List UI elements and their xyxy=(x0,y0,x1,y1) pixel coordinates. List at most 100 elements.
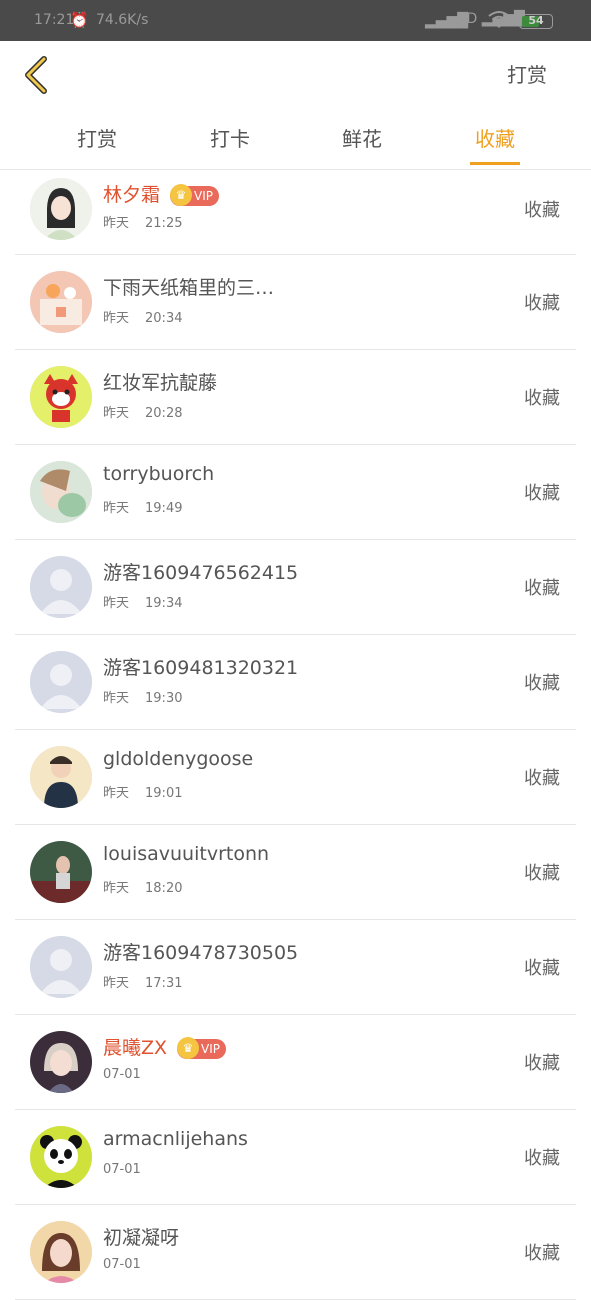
avatar[interactable] xyxy=(30,556,92,618)
user-name: 游客1609476562415 xyxy=(103,562,299,584)
avatar[interactable] xyxy=(30,651,92,713)
list-item[interactable]: 林夕霜 ♛ VIP 昨天 21:25 收藏 xyxy=(15,170,576,255)
avatar[interactable] xyxy=(30,366,92,428)
list-item[interactable]: 游客1609478730505 昨天 17:31 收藏 xyxy=(15,920,576,1015)
item-time: 19:30 xyxy=(145,691,183,706)
favorite-label: 收藏 xyxy=(524,863,560,884)
item-date: 昨天 xyxy=(103,406,130,421)
avatar[interactable] xyxy=(30,746,92,808)
battery-level: 54 xyxy=(528,14,544,27)
header: 打赏 xyxy=(0,41,591,111)
crown-icon: ♛ xyxy=(177,1036,200,1059)
tab-label: 打卡 xyxy=(210,127,250,151)
chevron-left-icon xyxy=(25,56,47,94)
item-datetime: 昨天 20:28 xyxy=(103,402,182,421)
favorite-label: 收藏 xyxy=(524,958,560,979)
item-datetime: 07-01 xyxy=(103,1067,141,1082)
item-date: 昨天 xyxy=(103,596,130,611)
list-item[interactable]: 下雨天纸箱里的三… 昨天 20:34 收藏 xyxy=(15,255,576,350)
item-time: 21:25 xyxy=(145,216,183,231)
user-name: 晨曦ZX ♛ VIP xyxy=(103,1033,227,1060)
avatar[interactable] xyxy=(30,178,92,240)
tab-checkin[interactable]: 打卡 xyxy=(185,123,275,165)
list-item[interactable]: louisavuuitvrtonn 昨天 18:20 收藏 xyxy=(15,825,576,920)
favorite-label: 收藏 xyxy=(524,293,560,314)
item-date: 昨天 xyxy=(103,216,130,231)
tab-reward[interactable]: 打赏 xyxy=(52,123,142,165)
tab-label: 打赏 xyxy=(77,127,117,151)
item-datetime: 昨天 21:25 xyxy=(103,212,182,231)
list-item[interactable]: gldoldenygoose 昨天 19:01 收藏 xyxy=(15,730,576,825)
status-bar: 17:21 ⏰ 74.6K/s ▂▄▆█ HD ▂▄▆█ 54 xyxy=(0,0,591,41)
avatar[interactable] xyxy=(30,936,92,998)
item-datetime: 昨天 19:01 xyxy=(103,782,182,801)
user-name: armacnlijehans xyxy=(103,1128,248,1150)
item-date: 昨天 xyxy=(103,501,130,516)
list-item[interactable]: 晨曦ZX ♛ VIP 07-01 收藏 xyxy=(15,1015,576,1110)
tab-active-indicator xyxy=(470,162,520,165)
list-item[interactable]: 游客1609481320321 昨天 19:30 收藏 xyxy=(15,635,576,730)
user-name: 林夕霜 ♛ VIP xyxy=(103,180,219,207)
item-date: 昨天 xyxy=(103,881,130,896)
user-name: gldoldenygoose xyxy=(103,748,254,770)
favorite-label: 收藏 xyxy=(524,578,560,599)
list-item[interactable]: 游客1609476562415 昨天 19:34 收藏 xyxy=(15,540,576,635)
list-item[interactable]: torrybuorch 昨天 19:49 收藏 xyxy=(15,445,576,540)
favorite-label: 收藏 xyxy=(524,483,560,504)
crown-icon: ♛ xyxy=(170,183,193,206)
back-button[interactable] xyxy=(20,55,56,95)
wifi-icon xyxy=(488,10,510,32)
status-time: 17:21 xyxy=(34,12,75,28)
reward-button[interactable]: 打赏 xyxy=(507,59,547,88)
favorite-label: 收藏 xyxy=(524,200,560,221)
vip-badge: ♛ VIP xyxy=(170,183,219,206)
avatar[interactable] xyxy=(30,1221,92,1283)
tab-favorites[interactable]: 收藏 xyxy=(450,123,540,165)
tab-flowers[interactable]: 鲜花 xyxy=(317,123,407,165)
avatar[interactable] xyxy=(30,271,92,333)
item-date: 07-01 xyxy=(103,1257,141,1272)
item-date: 昨天 xyxy=(103,311,130,326)
item-datetime: 昨天 19:30 xyxy=(103,687,182,706)
avatar[interactable] xyxy=(30,461,92,523)
alarm-icon: ⏰ xyxy=(70,11,89,29)
item-date: 昨天 xyxy=(103,691,130,706)
item-time: 17:31 xyxy=(145,976,183,991)
tab-bar: 打赏 打卡 鲜花 收藏 xyxy=(0,115,591,170)
list-item[interactable]: armacnlijehans 07-01 收藏 xyxy=(15,1110,576,1205)
user-name: 红妆军抗靛藤 xyxy=(103,372,218,394)
avatar[interactable] xyxy=(30,841,92,903)
user-name: 游客1609481320321 xyxy=(103,657,299,679)
user-name: 下雨天纸箱里的三… xyxy=(103,277,275,299)
list-item[interactable]: 初凝凝呀 07-01 收藏 xyxy=(15,1205,576,1300)
favorite-label: 收藏 xyxy=(524,388,560,409)
favorite-label: 收藏 xyxy=(524,1148,560,1169)
item-time: 20:34 xyxy=(145,311,183,326)
favorite-label: 收藏 xyxy=(524,1053,560,1074)
item-time: 20:28 xyxy=(145,406,183,421)
user-name: 游客1609478730505 xyxy=(103,942,299,964)
avatar[interactable] xyxy=(30,1126,92,1188)
favorite-label: 收藏 xyxy=(524,768,560,789)
item-time: 19:49 xyxy=(145,501,183,516)
item-datetime: 昨天 18:20 xyxy=(103,877,182,896)
tab-label: 收藏 xyxy=(475,127,515,151)
list-item[interactable]: 红妆军抗靛藤昨天 20:28 收藏 xyxy=(15,350,576,445)
item-datetime: 昨天 17:31 xyxy=(103,972,182,991)
network-speed: 74.6K/s xyxy=(96,12,149,28)
user-name: 初凝凝呀 xyxy=(103,1227,180,1249)
vip-badge: ♛ VIP xyxy=(177,1036,227,1059)
item-date: 07-01 xyxy=(103,1162,141,1177)
avatar[interactable] xyxy=(30,1031,92,1093)
favorites-list: 林夕霜 ♛ VIP 昨天 21:25 收藏 下雨天纸箱里的三… 昨天 20:34 收藏 红妆军抗靛藤… xyxy=(15,170,576,1300)
favorite-label: 收藏 xyxy=(524,673,560,694)
user-name: louisavuuitvrtonn xyxy=(103,843,270,865)
item-time: 19:34 xyxy=(145,596,183,611)
item-datetime: 昨天 19:49 xyxy=(103,497,182,516)
item-date: 07-01 xyxy=(103,1067,141,1082)
item-date: 昨天 xyxy=(103,976,130,991)
item-time: 19:01 xyxy=(145,786,183,801)
tab-label: 鲜花 xyxy=(342,127,382,151)
item-datetime: 昨天 20:34 xyxy=(103,307,182,326)
item-datetime: 07-01 xyxy=(103,1162,141,1177)
